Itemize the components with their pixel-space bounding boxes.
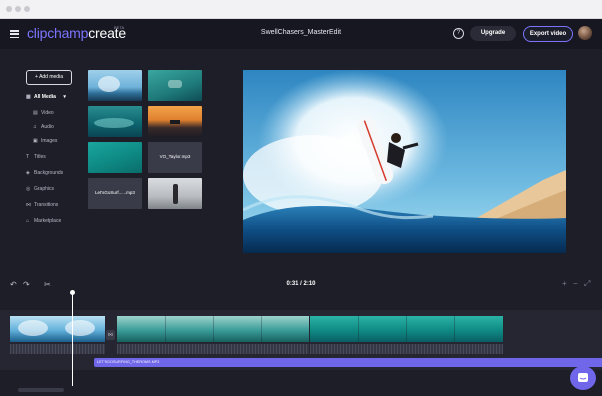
browser-chrome — [0, 0, 602, 19]
sidebar-item-all-media[interactable]: ▦ All Media ▾ — [26, 94, 66, 100]
sidebar-item-audio[interactable]: ♫ Audio — [33, 124, 54, 130]
add-media-button[interactable]: + Add media — [26, 70, 72, 85]
media-thumbnail-label: VO_Taylor.mp3 — [159, 154, 191, 159]
layers-icon: ◈ — [26, 170, 30, 176]
chevron-down-icon: ▾ — [63, 94, 66, 100]
zoom-out-icon[interactable]: − — [573, 279, 578, 288]
sidebar-item-label: Images — [41, 138, 58, 144]
media-thumbnail[interactable] — [148, 106, 202, 137]
music-note-icon: ♫ — [33, 124, 37, 130]
shape-icon: ◎ — [26, 186, 31, 192]
film-icon: ▤ — [33, 110, 38, 116]
avatar[interactable] — [578, 26, 592, 40]
store-icon: ⌂ — [26, 218, 30, 224]
media-thumbnail-label: Let'sGoSurf......mp3 — [95, 190, 135, 195]
transition-icon: ⋈ — [26, 202, 31, 208]
sidebar-item-images[interactable]: ▣ Images — [33, 138, 57, 144]
sidebar-item-label: Audio — [41, 124, 54, 130]
timecode: 0:31 / 2:10 — [286, 281, 316, 287]
window-close-dot[interactable] — [6, 6, 12, 12]
help-icon[interactable]: ? — [453, 28, 464, 39]
music-track-label: LET'SGOSURFING_THEROMS.MP3 — [97, 360, 160, 364]
fit-timeline-icon[interactable]: ⤢ — [584, 279, 590, 289]
timeline-scrollbar[interactable] — [18, 388, 64, 392]
sidebar-item-label: Backgrounds — [34, 170, 64, 176]
clip-audio-waveform — [117, 344, 309, 354]
sidebar-item-label: Video — [41, 110, 54, 116]
chat-support-button[interactable] — [570, 366, 596, 390]
music-track[interactable]: LET'SGOSURFING_THEROMS.MP3 — [94, 358, 602, 367]
sidebar-item-titles[interactable]: T Titles — [26, 154, 46, 160]
sidebar-item-label: Graphics — [34, 186, 55, 192]
media-thumbnail[interactable] — [148, 70, 202, 101]
sidebar-item-label: Marketplace — [34, 218, 62, 224]
media-thumbnail[interactable] — [88, 106, 142, 137]
top-bar: clipchampcreate BETA SwellChasers_Master… — [0, 19, 602, 49]
media-audio-thumbnail[interactable]: VO_Taylor.mp3 — [148, 142, 202, 173]
transition-marker-icon[interactable]: ⋈ — [106, 330, 115, 340]
media-audio-thumbnail[interactable]: Let'sGoSurf......mp3 — [88, 178, 142, 209]
app-window: clipchampcreate BETA SwellChasers_Master… — [0, 0, 602, 396]
media-thumbnail[interactable] — [88, 142, 142, 173]
sidebar-item-backgrounds[interactable]: ◈ Backgrounds — [26, 170, 63, 176]
timeline-clip[interactable] — [117, 316, 309, 342]
media-thumbnail[interactable] — [148, 178, 202, 209]
clip-audio-waveform — [10, 344, 105, 354]
zoom-in-icon[interactable]: + — [562, 279, 567, 288]
sidebar-item-transitions[interactable]: ⋈ Transitions — [26, 202, 58, 208]
image-icon: ▣ — [33, 138, 38, 144]
video-preview[interactable] — [243, 70, 566, 253]
media-thumbnail[interactable] — [88, 70, 142, 101]
playhead[interactable] — [72, 293, 73, 386]
grid-icon: ▦ — [26, 94, 31, 100]
window-minimize-dot[interactable] — [15, 6, 21, 12]
sidebar-item-video[interactable]: ▤ Video — [33, 110, 54, 116]
timeline-clip[interactable] — [310, 316, 503, 342]
window-maximize-dot[interactable] — [24, 6, 30, 12]
preview-surf-image — [243, 70, 566, 253]
upgrade-button[interactable]: Upgrade — [470, 26, 516, 41]
sidebar-item-label: Transitions — [34, 202, 59, 208]
sidebar-item-label: All Media — [34, 94, 56, 100]
sidebar-item-label: Titles — [34, 154, 46, 160]
timeline-clip[interactable] — [10, 316, 105, 342]
export-video-button[interactable]: Export video — [523, 26, 573, 42]
clip-audio-waveform — [310, 344, 503, 354]
sidebar-item-graphics[interactable]: ◎ Graphics — [26, 186, 54, 192]
text-icon: T — [26, 154, 30, 160]
chat-icon — [578, 373, 588, 382]
sidebar-item-marketplace[interactable]: ⌂ Marketplace — [26, 218, 61, 224]
